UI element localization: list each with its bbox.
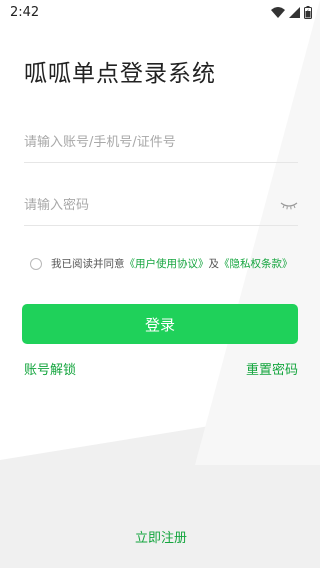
status-time: 2:42	[10, 4, 40, 20]
battery-icon	[304, 5, 312, 19]
wifi-icon	[271, 6, 285, 18]
reset-password-link[interactable]: 重置密码	[246, 359, 298, 378]
unlock-account-link[interactable]: 账号解锁	[24, 359, 76, 378]
privacy-link[interactable]: 《隐私权条款》	[219, 258, 293, 270]
user-agreement-link[interactable]: 《用户使用协议》	[125, 258, 209, 270]
app-title: 呱呱单点登录系统	[24, 61, 216, 87]
agreement-prefix: 我已阅读并同意	[51, 258, 125, 270]
agreement-row: 我已阅读并同意《用户使用协议》及《隐私权条款》	[30, 256, 293, 271]
account-field	[24, 122, 298, 163]
login-button[interactable]: 登录	[22, 304, 298, 344]
agreement-radio[interactable]	[30, 257, 42, 270]
account-input[interactable]	[24, 134, 298, 150]
agreement-text: 我已阅读并同意《用户使用协议》及《隐私权条款》	[51, 256, 293, 271]
register-link[interactable]: 立即注册	[135, 527, 187, 546]
password-input[interactable]	[24, 197, 280, 213]
eye-closed-icon[interactable]	[280, 200, 298, 210]
password-field	[24, 185, 298, 226]
status-bar: 2:42	[0, 0, 320, 24]
signal-icon	[289, 6, 300, 18]
status-icons	[271, 5, 312, 19]
agreement-and: 及	[208, 258, 220, 270]
